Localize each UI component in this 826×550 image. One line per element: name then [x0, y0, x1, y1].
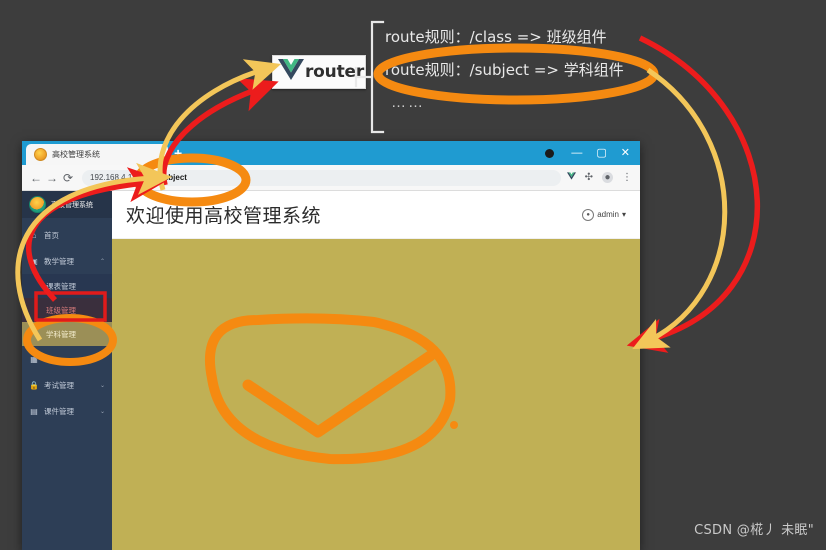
route-rule-ellipsis: …… — [391, 94, 425, 111]
extensions-icon[interactable]: ✣ — [585, 172, 593, 183]
sidebar-item-courseware[interactable]: ▤ 课件管理 ⌄ — [22, 398, 112, 424]
user-name: admin — [597, 210, 619, 219]
window-controls: — ▢ ✕ — [571, 141, 636, 165]
sidebar-item-schedule[interactable]: 课表管理 — [22, 274, 112, 298]
sidebar-item-label: 教学管理 — [44, 256, 74, 266]
sidebar-item-label: 课表管理 — [46, 281, 76, 291]
browser-toolbar: ← → ⟳ 192.168.4.17:8080/subject ✣ ● ⋮ — [22, 165, 640, 191]
tab-title: 高校管理系统 — [52, 150, 100, 159]
forward-icon[interactable]: → — [44, 171, 60, 185]
app-brand-label: 高校管理系统 — [51, 201, 93, 209]
browser-window: 高校管理系统 + — ▢ ✕ ← → ⟳ 192.168.4.17:8080/s… — [22, 141, 640, 550]
chevron-down-icon: ⌄ — [99, 382, 105, 389]
app-content: 欢迎使用高校管理系统 ● admin ▾ — [112, 191, 640, 550]
sidebar-item-label: 考试管理 — [44, 380, 74, 390]
sidebar-item-subject[interactable]: 学科管理 — [22, 322, 112, 346]
lock-icon: 🔒 — [29, 380, 39, 390]
yellow-arrow-rule-to-content — [632, 67, 728, 350]
vue-devtools-icon[interactable] — [566, 172, 576, 183]
sidebar-item-label: 学科管理 — [46, 329, 76, 339]
monitor-icon: ▣ — [30, 256, 38, 266]
toolbar-icons: ✣ ● ⋮ — [566, 172, 634, 183]
sidebar-menu: ⌂ 首页 ▣ 教学管理 ⌃ 课表管理 班级管理 学科管理 ▦ 🔒 考试管理 ⌄ … — [22, 218, 112, 550]
vue-router-badge: router — [272, 55, 366, 89]
screenshot-root: route规则：/class => 班级组件 route规则：/subject … — [0, 0, 826, 550]
browser-titlebar: 高校管理系统 + — ▢ ✕ — [22, 141, 640, 165]
app-header: 欢迎使用高校管理系统 ● admin ▾ — [112, 191, 640, 239]
app-brand: 高校管理系统 — [22, 191, 112, 218]
app-logo-icon — [29, 196, 46, 213]
titlebar-dot-icon — [545, 149, 554, 158]
maximize-button[interactable]: ▢ — [596, 147, 606, 159]
sidebar-item-home[interactable]: ⌂ 首页 — [22, 222, 112, 248]
grid-icon: ▦ — [30, 354, 38, 364]
vue-logo-icon — [278, 59, 304, 85]
page-title: 欢迎使用高校管理系统 — [126, 206, 322, 227]
sidebar-item-label: 课件管理 — [44, 406, 74, 416]
back-icon[interactable]: ← — [28, 171, 44, 185]
close-button[interactable]: ✕ — [621, 147, 630, 159]
content-canvas — [112, 239, 640, 550]
app-sidebar: 高校管理系统 ⌂ 首页 ▣ 教学管理 ⌃ 课表管理 班级管理 学科管理 ▦ 🔒 … — [22, 191, 112, 550]
minimize-button[interactable]: — — [571, 147, 582, 159]
sidebar-item-class[interactable]: 班级管理 — [22, 298, 112, 322]
route-rule-class: route规则：/class => 班级组件 — [385, 28, 607, 46]
route-rule-subject: route规则：/subject => 学科组件 — [385, 61, 624, 79]
new-tab-button[interactable]: + — [174, 146, 182, 160]
home-icon: ⌂ — [31, 230, 37, 240]
file-icon: ▤ — [30, 406, 38, 416]
red-arrow-rule-to-content — [626, 35, 761, 353]
sidebar-submenu: 课表管理 班级管理 学科管理 — [22, 274, 112, 346]
sidebar-item-teaching[interactable]: ▣ 教学管理 ⌃ — [22, 248, 112, 274]
user-icon: ● — [582, 208, 595, 221]
vue-router-label: router — [305, 62, 365, 82]
sidebar-item-label: 首页 — [44, 230, 59, 240]
tab-favicon-icon — [34, 148, 47, 161]
address-bar[interactable]: 192.168.4.17:8080/subject — [82, 169, 561, 186]
watermark: CSDN @椛丿 未眠" — [694, 523, 814, 538]
chevron-up-icon: ⌃ — [99, 258, 105, 265]
menu-icon[interactable]: ⋮ — [622, 172, 632, 183]
chevron-down-icon: ▾ — [621, 210, 626, 219]
profile-icon[interactable]: ● — [602, 172, 613, 183]
sidebar-item-exam[interactable]: 🔒 考试管理 ⌄ — [22, 372, 112, 398]
browser-tab[interactable]: 高校管理系统 — [26, 144, 168, 165]
user-menu[interactable]: ● admin ▾ — [582, 208, 626, 221]
chevron-down-icon: ⌄ — [99, 408, 105, 415]
sidebar-item-student-placeholder[interactable]: ▦ — [22, 346, 112, 372]
reload-icon[interactable]: ⟳ — [60, 171, 76, 185]
address-bar-url: 192.168.4.17:8080/subject — [90, 173, 187, 182]
sidebar-item-label: 班级管理 — [46, 305, 76, 315]
page-viewport: 高校管理系统 ⌂ 首页 ▣ 教学管理 ⌃ 课表管理 班级管理 学科管理 ▦ 🔒 … — [22, 191, 640, 550]
